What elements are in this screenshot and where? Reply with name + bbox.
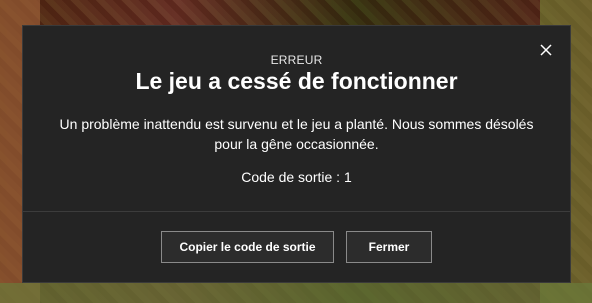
dialog-title: Le jeu a cessé de fonctionner — [135, 68, 458, 94]
error-message-line: Un problème inattendu est survenu et le … — [59, 116, 534, 132]
button-row: Copier le code de sortie Fermer — [23, 231, 570, 263]
error-message-line: pour la gêne occasionnée. — [214, 136, 379, 152]
exit-code-text: Code de sortie : 1 — [241, 169, 352, 185]
error-kicker: ERREUR — [270, 53, 323, 67]
close-dialog-button[interactable]: Fermer — [346, 231, 432, 263]
error-message: Un problème inattendu est survenu et le … — [43, 114, 550, 154]
copy-exit-code-button[interactable]: Copier le code de sortie — [161, 231, 334, 263]
background-block — [0, 283, 592, 303]
error-dialog: ERREUR Le jeu a cessé de fonctionner Un … — [22, 25, 571, 283]
divider — [23, 211, 570, 212]
